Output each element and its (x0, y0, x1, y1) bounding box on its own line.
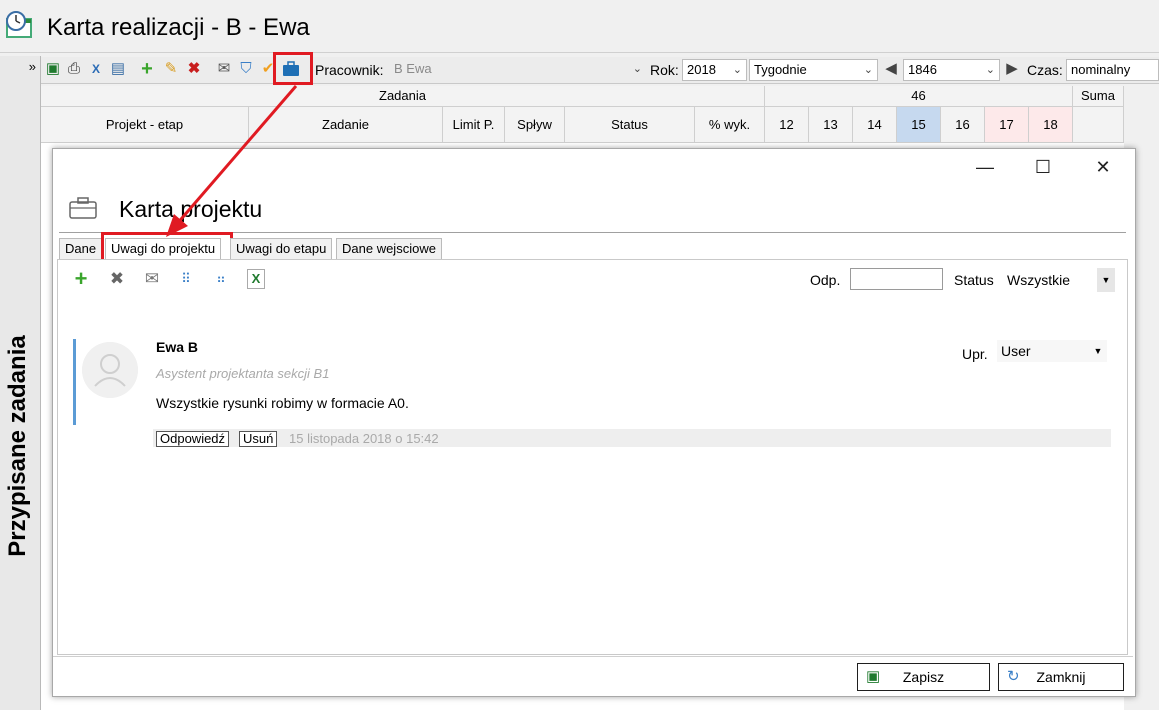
add-icon[interactable]: + (138, 59, 156, 79)
rok-value: 2018 (687, 62, 716, 77)
clock-calendar-icon (6, 11, 32, 38)
chevron-down-icon: ⌄ (985, 64, 995, 76)
group-header-week: 46 (765, 86, 1073, 107)
column-header-zadanie[interactable]: Zadanie (249, 107, 443, 143)
week-value: 1846 (908, 62, 937, 77)
comment-date: 15 listopada 2018 o 15:42 (289, 431, 439, 446)
chevron-down-icon: ⌄ (863, 64, 873, 76)
column-header-progress[interactable]: % wyk. (695, 107, 765, 143)
reply-button[interactable]: Odpowiedź (156, 431, 230, 447)
day-header-weekend: 17 (985, 107, 1029, 143)
rok-select[interactable]: 2018 ⌄ (682, 59, 747, 81)
period-select[interactable]: Tygodnie ⌄ (749, 59, 878, 81)
title-bar: Karta realizacji - B - Ewa (0, 0, 1159, 53)
mail-icon[interactable]: ✉ (142, 269, 162, 289)
comment-author-role: Asystent projektanta sekcji B1 (156, 366, 330, 381)
mail-icon[interactable]: ✉ (215, 60, 233, 78)
column-header-limit[interactable]: Limit P. (443, 107, 505, 143)
tasks-grid-header: Zadania 46 Suma Projekt - etap Zadanie L… (41, 86, 1124, 148)
chevron-down-icon: ⌄ (632, 63, 642, 75)
pracownik-select[interactable]: B Ewa ⌄ (390, 59, 646, 81)
footer-divider (53, 656, 1133, 657)
sidebar-toggle-button[interactable]: » (0, 57, 40, 77)
day-header: 16 (941, 107, 985, 143)
notes-panel (57, 259, 1128, 655)
dialog-title: Karta projektu (119, 196, 263, 222)
permission-value: User (1001, 343, 1031, 359)
czas-select[interactable]: nominalny (1066, 59, 1159, 81)
comment-text[interactable]: Wszystkie rysunki robimy w formacie A0. (156, 395, 409, 411)
tree-collapse-icon[interactable]: ⠶ (211, 269, 231, 289)
chevron-down-icon: ⌄ (732, 64, 742, 76)
status-filter-value: Wszystkie (1007, 272, 1070, 288)
week-select[interactable]: 1846 ⌄ (903, 59, 1000, 81)
avatar-icon (82, 342, 138, 398)
column-header-status[interactable]: Status (565, 107, 695, 143)
day-header-weekend: 18 (1029, 107, 1073, 143)
arrow-right-icon[interactable]: ▶ (1003, 60, 1021, 78)
chevron-down-icon: ▼ (1093, 346, 1103, 356)
tab-dane-wejsciowe[interactable]: Dane wejsciowe (336, 238, 442, 260)
group-header-sum: Suma (1073, 86, 1124, 107)
sum-header-empty (1073, 107, 1124, 143)
delete-note-icon[interactable]: ✖ (107, 269, 127, 289)
czas-value: nominalny (1071, 62, 1131, 77)
delete-comment-button[interactable]: Usuń (239, 431, 278, 447)
permission-select[interactable]: User ▼ (997, 340, 1107, 362)
excel-export-icon[interactable]: X (247, 269, 265, 289)
period-value: Tygodnie (754, 62, 807, 77)
czas-label: Czas: (1027, 62, 1063, 78)
close-dialog-button[interactable]: ↻ Zamknij (998, 663, 1124, 691)
maximize-button[interactable]: ☐ (1023, 155, 1063, 179)
main-toolbar: ▣ ⎙ X ▤ + ✎ ✖ ✉ ⛉ ✔ Pracownik: B Ewa ⌄ R… (41, 52, 1159, 85)
highlight-box-briefcase (273, 52, 313, 85)
tab-uwagi-do-etapu[interactable]: Uwagi do etapu (230, 238, 333, 260)
status-filter-select[interactable]: Wszystkie ▼ (1003, 268, 1115, 292)
minimize-button[interactable]: — (965, 155, 1005, 179)
window-title: Karta realizacji - B - Ewa (47, 14, 310, 41)
odp-input[interactable] (850, 268, 943, 290)
day-header: 14 (853, 107, 897, 143)
odp-label: Odp. (810, 272, 841, 288)
excel-icon[interactable]: X (87, 60, 105, 78)
pracownik-value: B Ewa (394, 61, 432, 76)
arrow-left-icon[interactable]: ◀ (882, 60, 900, 78)
briefcase-icon (69, 197, 97, 219)
highlight-box-tab (101, 232, 233, 262)
pracownik-label: Pracownik: (315, 62, 384, 78)
column-header-splyw[interactable]: Spływ (505, 107, 565, 143)
close-button[interactable]: ✕ (1083, 155, 1123, 179)
project-card-dialog: — ☐ ✕ Karta projektu Dane Uwagi do proje… (52, 148, 1136, 697)
day-header-today: 15 (897, 107, 941, 143)
tree-expand-icon[interactable]: ⠿ (176, 269, 196, 289)
group-header-zadania: Zadania (41, 86, 765, 107)
shield-icon[interactable]: ⛉ (237, 60, 255, 78)
save-icon[interactable]: ▣ (44, 60, 62, 78)
rok-label: Rok: (650, 62, 679, 78)
status-filter-label: Status (954, 272, 994, 288)
day-header: 12 (765, 107, 809, 143)
permission-label: Upr. (962, 346, 988, 362)
column-header-projekt[interactable]: Projekt - etap (41, 107, 249, 143)
comment-accent-bar (73, 339, 76, 425)
save-button-label: Zapisz (902, 669, 945, 685)
save-button[interactable]: ▣ Zapisz (857, 663, 990, 691)
add-note-icon[interactable]: + (71, 268, 91, 290)
chevron-down-icon: ▼ (1097, 268, 1115, 292)
comment-author: Ewa B (156, 339, 199, 355)
delete-icon[interactable]: ✖ (185, 60, 203, 78)
close-button-label: Zamknij (1036, 669, 1086, 685)
report-icon[interactable]: ▤ (109, 60, 127, 78)
day-header: 13 (809, 107, 853, 143)
edit-icon[interactable]: ✎ (162, 60, 180, 78)
sidebar-vertical-label: Przypisane zadania (4, 335, 31, 557)
print-icon[interactable]: ⎙ (65, 60, 83, 78)
tab-dane[interactable]: Dane (59, 238, 103, 260)
